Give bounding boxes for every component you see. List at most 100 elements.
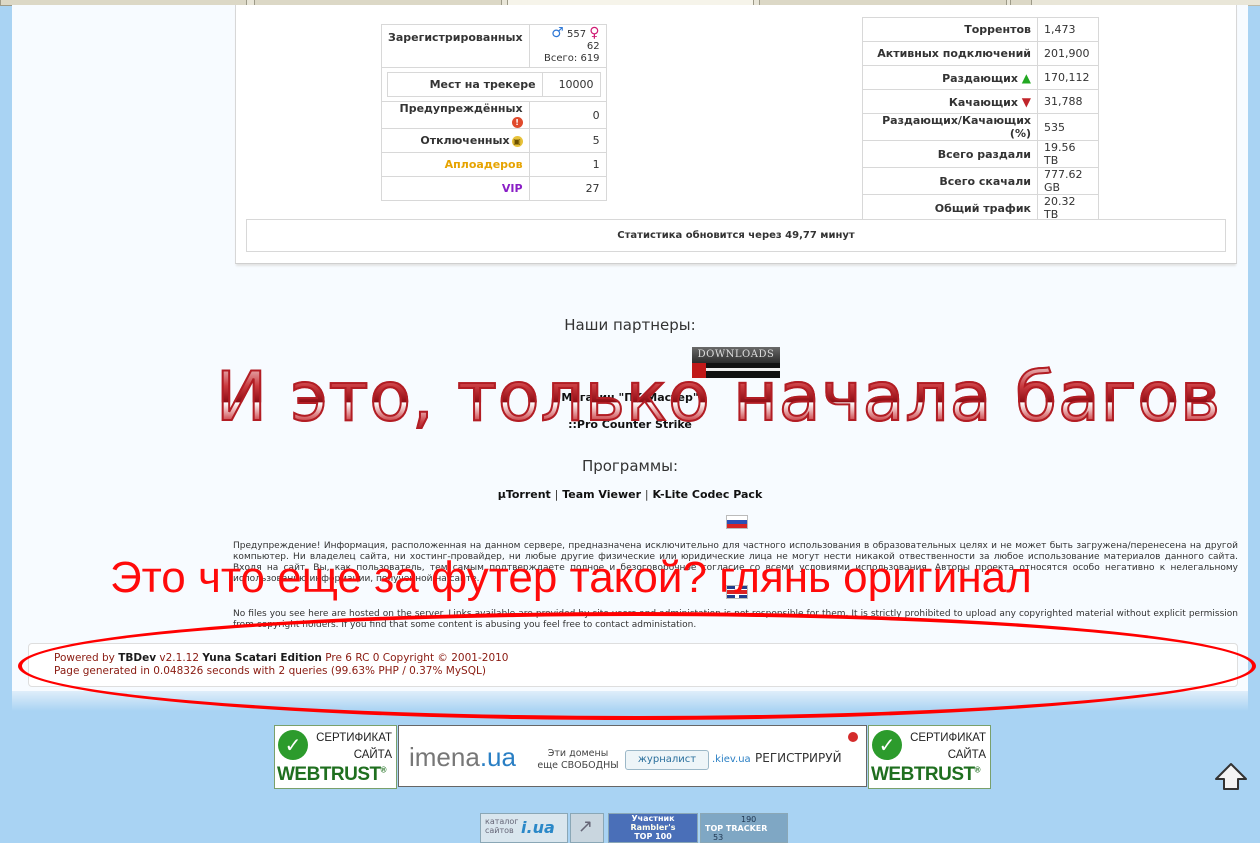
imena-logo-a: imena [409, 742, 480, 772]
check-icon: ✓ [872, 730, 902, 760]
male-icon: ♂ [551, 25, 564, 41]
rambler-line2: Rambler's [630, 823, 676, 832]
programs-links: µTorrent | Team Viewer | K-Lite Codec Pa… [0, 488, 1260, 501]
torrents-value: 1,473 [1037, 17, 1099, 42]
table-row: Всего скачали 777.62 GB [862, 167, 1099, 195]
rambler-line1: Участник [631, 814, 675, 823]
uploaders-label: Аплоадеров [381, 152, 530, 177]
table-row: Активных подключений 201,900 [862, 41, 1099, 66]
webtrust-badge-right[interactable]: ✓ СЕРТИФИКАТ САЙТА WEBTRUST® [868, 725, 991, 789]
annotation-ellipse [18, 612, 1256, 720]
table-row: Всего раздали 19.56 TB [862, 140, 1099, 168]
table-row: Раздающих ▲ 170,112 [862, 65, 1099, 90]
webtrust-brand-text: WEBTRUST [871, 764, 975, 785]
imena-banner[interactable]: imena.ua Эти домены еще СВОБОДНЫ журнали… [398, 725, 867, 787]
warned-value: 0 [528, 101, 607, 129]
imena-logo-b: .ua [479, 742, 516, 772]
webtrust-line1: СЕРТИФИКАТ [910, 732, 986, 744]
table-row: Предупреждённых! 0 [381, 101, 607, 129]
webtrust-badge-left[interactable]: ✓ СЕРТИФИКАТ САЙТА WEBTRUST® [274, 725, 397, 789]
disabled-label-cell: Отключенных ▣ [381, 128, 530, 153]
arrow-down-icon: ▼ [1021, 94, 1031, 109]
table-row: Общий трафик 20.32 TB [862, 194, 1099, 222]
teamviewer-link[interactable]: Team Viewer [562, 488, 641, 501]
toptracker-count: 190 [741, 815, 757, 824]
imena-register: РЕГИСТРИРУЙ [755, 751, 842, 765]
catalog-label: каталог сайтов [485, 817, 519, 835]
annotation-red-text: Это что еще за футер такой? глянь оригин… [110, 553, 1032, 602]
warning-icon: ! [511, 116, 523, 128]
imena-dot-icon [848, 732, 858, 742]
table-row: Аплоадеров 1 [381, 152, 607, 177]
check-icon: ✓ [278, 730, 308, 760]
tracker-stats-table: Торрентов 1,473 Активных подключений 201,9… [862, 17, 1099, 222]
table-row: Раздающих/Качающих (%) 535 [862, 113, 1099, 141]
webtrust-line1: СЕРТИФИКАТ [316, 732, 392, 744]
partners-heading: Наши партнеры: [564, 316, 696, 334]
torrents-label: Торрентов [862, 17, 1038, 42]
table-row: Отключенных ▣ 5 [381, 128, 607, 153]
scroll-to-top-icon[interactable] [1214, 762, 1248, 792]
arrow-up-icon: ▲ [1021, 70, 1031, 85]
stats-update-notice: Статистика обновится через 49,77 минут [246, 219, 1226, 252]
separator: | [644, 488, 649, 501]
table-row: Зарегистрированных ♂ 557 ♀ 62 Всего: 619 [381, 24, 607, 68]
utorrent-link[interactable]: µTorrent [498, 488, 551, 501]
registered-label: Зарегистрированных [381, 24, 530, 68]
leechers-label: Качающих [948, 95, 1018, 109]
connections-value: 201,900 [1037, 41, 1099, 66]
male-count: 557 [567, 29, 587, 40]
leechers-label-cell: Качающих ▼ [862, 89, 1038, 114]
vip-label: VIP [381, 176, 530, 201]
imena-logo: imena.ua [409, 742, 516, 773]
toptracker-counter[interactable]: 190 TOP TRACKER 53 [700, 813, 788, 843]
webtrust-brand: WEBTRUST® [871, 764, 981, 785]
webtrust-line2: САЙТА [947, 749, 986, 761]
ratio-value: 535 [1037, 113, 1099, 141]
registered-value: ♂ 557 ♀ 62 Всего: 619 [528, 24, 607, 68]
downloaded-value: 777.62 GB [1037, 167, 1099, 195]
rambler-counter[interactable]: Участник Rambler's TOP 100 [608, 813, 698, 843]
traffic-label: Общий трафик [862, 194, 1038, 222]
russian-flag-icon[interactable] [726, 515, 748, 529]
uploaded-label: Всего раздали [862, 140, 1038, 168]
catalog-brand: i.ua [521, 818, 555, 837]
klite-link[interactable]: K-Lite Codec Pack [652, 488, 762, 501]
seeders-label-cell: Раздающих ▲ [862, 65, 1038, 90]
user-stats-table: Зарегистрированных ♂ 557 ♀ 62 Всего: 619… [381, 24, 607, 201]
registered-total: Всего: 619 [544, 53, 600, 64]
webtrust-brand: WEBTRUST® [277, 764, 387, 785]
programs-heading: Программы: [581, 457, 679, 475]
webtrust-line2: САЙТА [353, 749, 392, 761]
traffic-value: 20.32 TB [1037, 194, 1099, 222]
gender-counts: ♂ 557 ♀ 62 [536, 25, 600, 53]
table-row: Мест на трекере 10000 [381, 67, 607, 102]
uploaded-value: 19.56 TB [1037, 140, 1099, 168]
separator: | [554, 488, 559, 501]
rambler-line3: TOP 100 [634, 832, 672, 841]
arrow-counter[interactable]: ↗ [570, 813, 604, 843]
catalog-counter[interactable]: каталог сайтов i.ua [480, 813, 568, 843]
downloaded-label: Всего скачали [862, 167, 1038, 195]
table-row: Качающих ▼ 31,788 [862, 89, 1099, 114]
disabled-label: Отключенных [420, 134, 510, 147]
female-count: 62 [586, 41, 600, 52]
slots-label: Мест на трекере [387, 72, 543, 97]
table-row: VIP 27 [381, 176, 607, 201]
disabled-value: 5 [528, 128, 607, 153]
imena-domain-input: журналист [625, 750, 709, 770]
imena-note: Эти домены еще СВОБОДНЫ [537, 748, 619, 771]
slots-table: Мест на трекере 10000 [387, 72, 601, 97]
ratio-label: Раздающих/Качающих (%) [862, 113, 1038, 141]
toptracker-label: TOP TRACKER [705, 824, 768, 833]
warned-label-cell: Предупреждённых! [381, 101, 530, 129]
webtrust-cert-text: СЕРТИФИКАТ САЙТА [910, 730, 986, 764]
vip-value: 27 [528, 176, 607, 201]
female-icon: ♀ [589, 25, 600, 41]
lock-icon: ▣ [511, 135, 523, 147]
leechers-value: 31,788 [1037, 89, 1099, 114]
webtrust-brand-text: WEBTRUST [277, 764, 381, 785]
seeders-value: 170,112 [1037, 65, 1099, 90]
table-row: Торрентов 1,473 [862, 17, 1099, 42]
warned-label: Предупреждённых [399, 102, 523, 115]
